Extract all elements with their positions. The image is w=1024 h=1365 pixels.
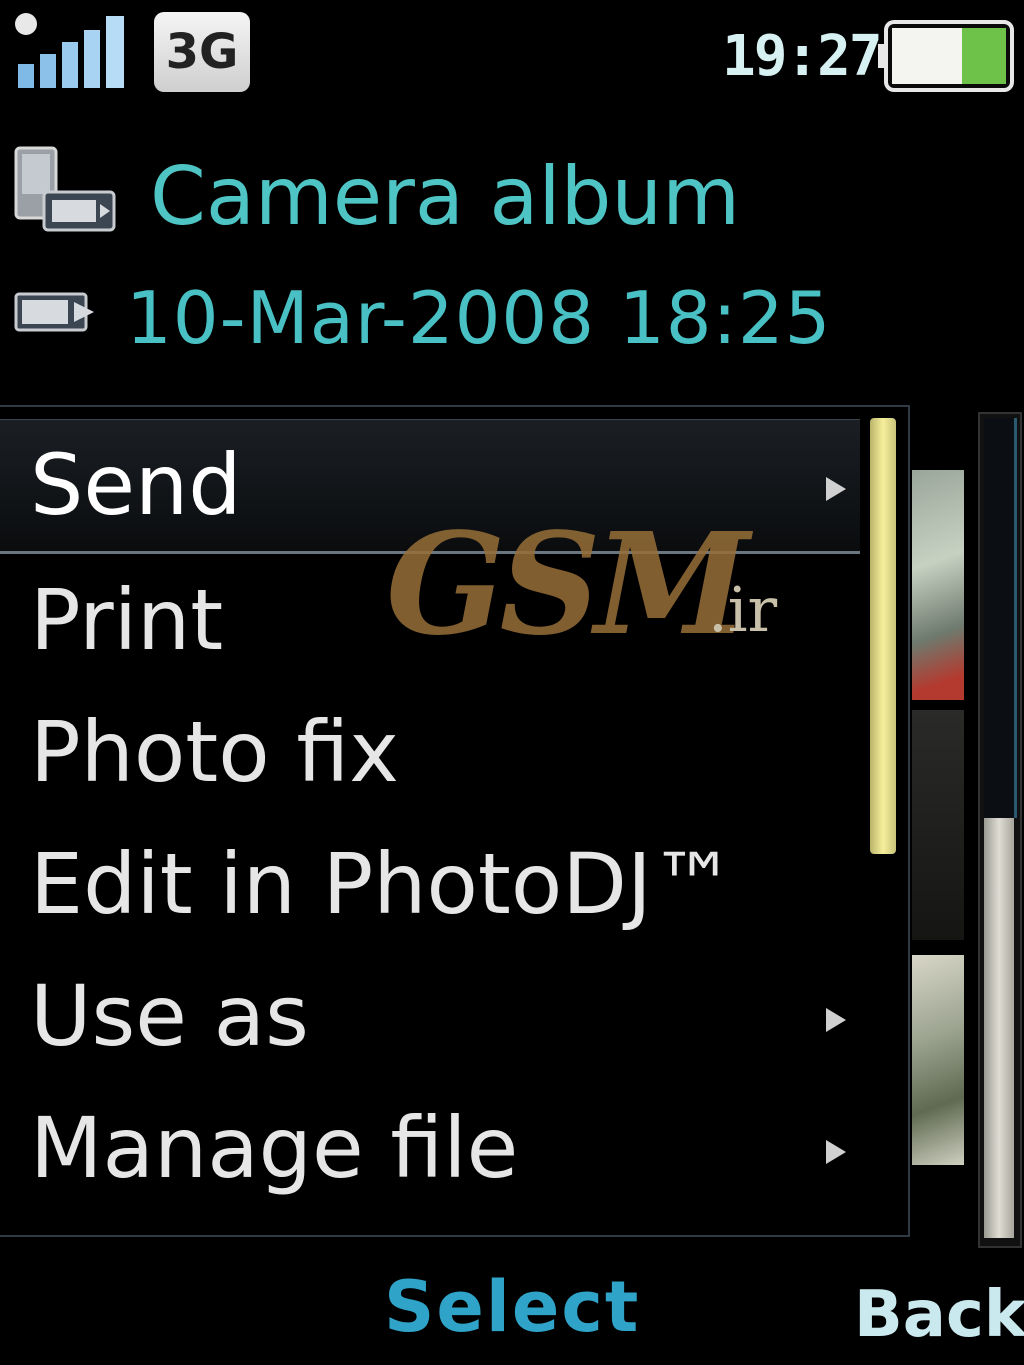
menu-item-label: Edit in PhotoDJ™ (30, 835, 736, 933)
signal-strength-icon (15, 13, 124, 88)
photo-thumbnail[interactable] (912, 955, 964, 1165)
submenu-arrow-icon (826, 1008, 846, 1032)
file-date-icon (14, 292, 94, 332)
photo-thumbnail[interactable] (912, 470, 964, 700)
battery-icon (878, 20, 1014, 92)
album-scrollbar-thumb[interactable] (984, 818, 1014, 1238)
submenu-arrow-icon (826, 477, 846, 501)
clock: 19:27 (722, 24, 883, 89)
menu-item-label: Use as (30, 967, 309, 1065)
watermark-suffix: .ir (708, 573, 778, 646)
menu-item-edit-in-photodj[interactable]: Edit in PhotoDJ™ (0, 818, 860, 950)
back-softkey[interactable]: Back (854, 1272, 1024, 1358)
submenu-arrow-icon (826, 1140, 846, 1164)
menu-item-label: Manage file (30, 1099, 519, 1197)
photo-thumbnail[interactable] (912, 710, 964, 940)
menu-item-label: Photo fix (30, 703, 399, 801)
album-scrollbar-track (984, 418, 1017, 818)
watermark-logo: GSM (386, 503, 750, 667)
select-softkey[interactable]: Select (384, 1262, 640, 1352)
camera-album-icon (14, 146, 116, 232)
album-title: Camera album (150, 150, 741, 243)
file-timestamp: 10-Mar-2008 18:25 (126, 276, 832, 360)
menu-item-label: Print (30, 571, 224, 669)
menu-item-use-as[interactable]: Use as (0, 950, 860, 1082)
menu-item-manage-file[interactable]: Manage file (0, 1082, 860, 1214)
menu-item-photo-fix[interactable]: Photo fix (0, 686, 860, 818)
menu-scrollbar-thumb[interactable] (870, 418, 896, 854)
network-type-badge: 3G (154, 12, 250, 92)
menu-item-label: Send (30, 436, 242, 534)
